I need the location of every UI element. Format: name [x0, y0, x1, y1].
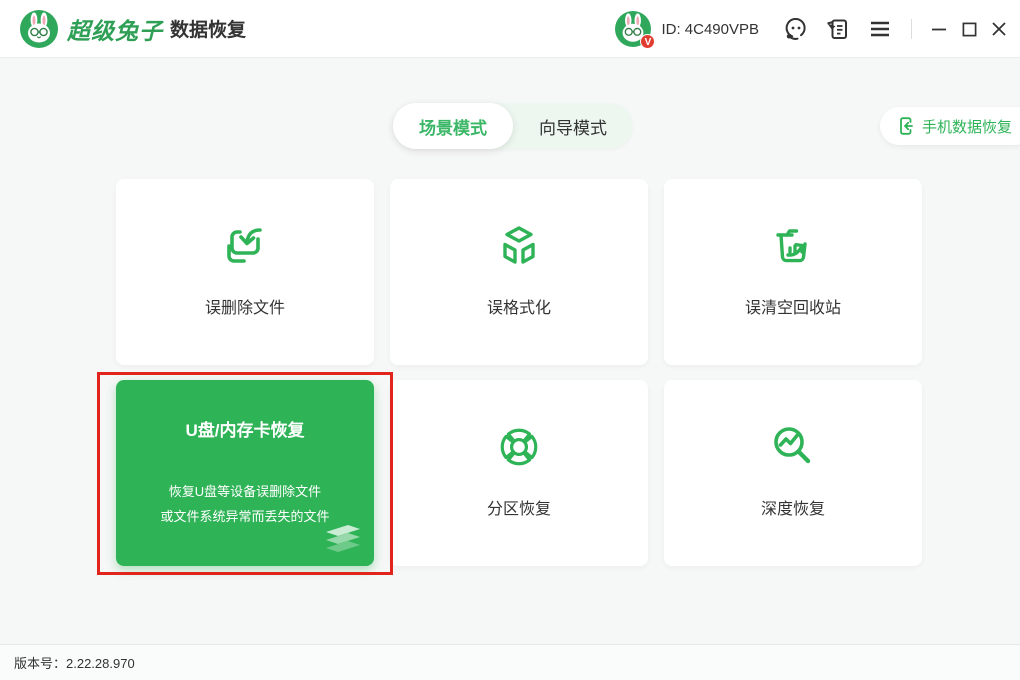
card-label: 误删除文件 — [116, 294, 374, 318]
maximize-button[interactable] — [954, 0, 984, 58]
partition-icon — [492, 420, 546, 474]
app-product-name: 数据恢复 — [170, 15, 246, 42]
file-restore-icon — [218, 219, 272, 273]
user-avatar[interactable]: V — [615, 11, 651, 47]
app-logo-rabbit-icon — [20, 10, 58, 48]
version-text: 版本号：2.22.28.970 — [14, 653, 135, 672]
card-label: 深度恢复 — [664, 495, 922, 519]
deep-scan-icon — [766, 420, 820, 474]
card-partition-recovery[interactable]: 分区恢复 — [390, 380, 648, 566]
card-recycle-bin[interactable]: 误清空回收站 — [664, 179, 922, 365]
user-id-text: ID: 4C490VPB — [661, 21, 759, 38]
hamburger-menu-icon[interactable] — [867, 16, 893, 42]
tab-wizard-mode[interactable]: 向导模式 — [513, 103, 633, 149]
phone-data-recovery-button[interactable]: 手机数据恢复 — [880, 107, 1020, 145]
card-label: 误清空回收站 — [664, 294, 922, 318]
format-cube-icon — [492, 219, 546, 273]
card-deep-recovery[interactable]: 深度恢复 — [664, 380, 922, 566]
layers-icon — [320, 522, 364, 558]
vip-badge: V — [640, 34, 655, 49]
minimize-button[interactable] — [924, 0, 954, 58]
header-divider — [911, 19, 912, 39]
app-brand-name: 超级兔子 — [67, 12, 163, 46]
card-label: U盘/内存卡恢复 — [116, 416, 374, 441]
title-bar: 超级兔子 数据恢复 V ID: 4C490VPB — [0, 0, 1020, 58]
card-label: 分区恢复 — [390, 495, 648, 519]
phone-recovery-label: 手机数据恢复 — [922, 116, 1012, 137]
feedback-icon[interactable] — [825, 16, 851, 42]
card-description-line1: 恢复U盘等设备误删除文件 — [116, 479, 374, 504]
status-bar: 版本号：2.22.28.970 — [0, 644, 1020, 680]
tab-scene-mode[interactable]: 场景模式 — [393, 103, 513, 149]
card-label: 误格式化 — [390, 294, 648, 318]
maximize-icon — [962, 22, 977, 37]
main-area: 场景模式 向导模式 手机数据恢复 误删除文件 误格 — [0, 58, 1020, 644]
phone-recovery-icon — [896, 116, 916, 136]
trash-restore-icon — [766, 219, 820, 273]
card-usb-memorycard-recovery[interactable]: U盘/内存卡恢复 恢复U盘等设备误删除文件 或文件系统异常而丢失的文件 — [116, 380, 374, 566]
customer-service-icon[interactable] — [783, 16, 809, 42]
close-icon — [991, 21, 1007, 37]
card-formatted[interactable]: 误格式化 — [390, 179, 648, 365]
close-button[interactable] — [984, 0, 1014, 58]
mode-tab-switcher: 场景模式 向导模式 — [393, 103, 633, 149]
minimize-icon — [931, 21, 947, 37]
card-deleted-files[interactable]: 误删除文件 — [116, 179, 374, 365]
